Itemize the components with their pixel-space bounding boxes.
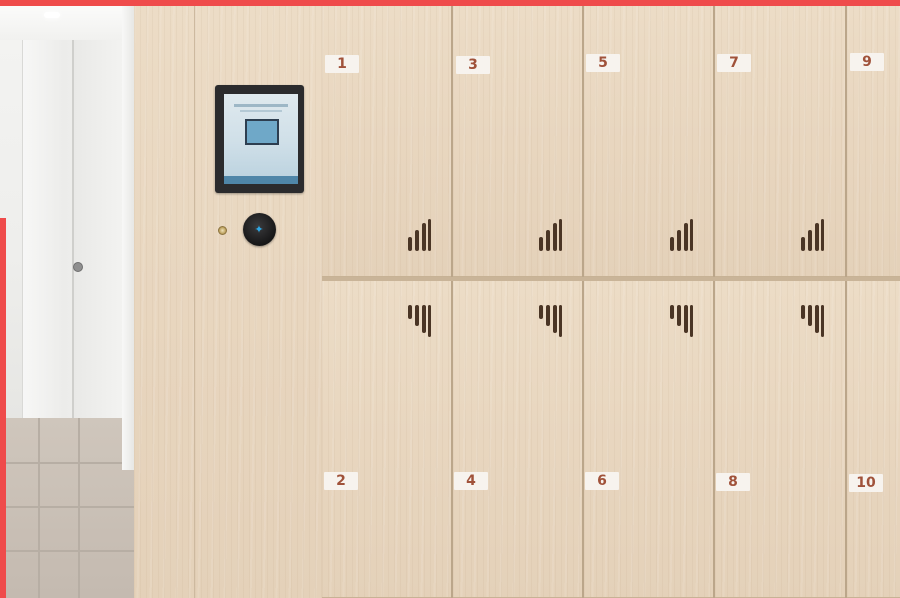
ceiling-light bbox=[44, 12, 60, 18]
ventilation-slots-icon bbox=[801, 305, 827, 337]
ventilation-slots-icon bbox=[670, 305, 696, 337]
locker-number-label: 6 bbox=[585, 472, 619, 490]
touchscreen-header-line bbox=[234, 104, 288, 107]
side-wood-panel bbox=[134, 0, 196, 598]
keyhole[interactable] bbox=[218, 226, 227, 235]
locker-number-label: 8 bbox=[716, 473, 750, 491]
ventilation-slots-icon bbox=[801, 219, 827, 251]
ventilation-slots-icon bbox=[539, 305, 565, 337]
locker-door[interactable] bbox=[847, 281, 900, 598]
locker-number-label: 4 bbox=[454, 472, 488, 490]
locker-number-label: 10 bbox=[849, 474, 883, 492]
photo-scene: ✦ 1 3 5 7 9 2 4 6 8 10 bbox=[0, 0, 900, 598]
locker-number-label: 9 bbox=[850, 53, 884, 71]
locker-door[interactable] bbox=[715, 6, 847, 277]
locker-number-label: 3 bbox=[456, 56, 490, 74]
tiled-floor bbox=[0, 418, 136, 598]
locker-number-label: 5 bbox=[586, 54, 620, 72]
touchscreen-locker-graphic bbox=[245, 119, 279, 145]
nfc-icon: ✦ bbox=[254, 223, 264, 236]
background-ceiling bbox=[0, 6, 135, 40]
touchscreen-subheader-line bbox=[240, 110, 282, 112]
locker-number-label: 2 bbox=[324, 472, 358, 490]
ventilation-slots-icon bbox=[408, 219, 434, 251]
glass-door bbox=[72, 40, 124, 435]
locker-door[interactable] bbox=[847, 6, 900, 277]
door-handle bbox=[73, 262, 83, 272]
locker-number-label: 7 bbox=[717, 54, 751, 72]
locker-door[interactable] bbox=[715, 281, 847, 598]
touchscreen-footer-bar bbox=[224, 176, 298, 184]
top-accent-bar bbox=[0, 0, 900, 6]
locker-number-label: 1 bbox=[325, 55, 359, 73]
ventilation-slots-icon bbox=[408, 305, 434, 337]
ventilation-slots-icon bbox=[670, 219, 696, 251]
left-accent-bar bbox=[0, 218, 6, 598]
ventilation-slots-icon bbox=[539, 219, 565, 251]
